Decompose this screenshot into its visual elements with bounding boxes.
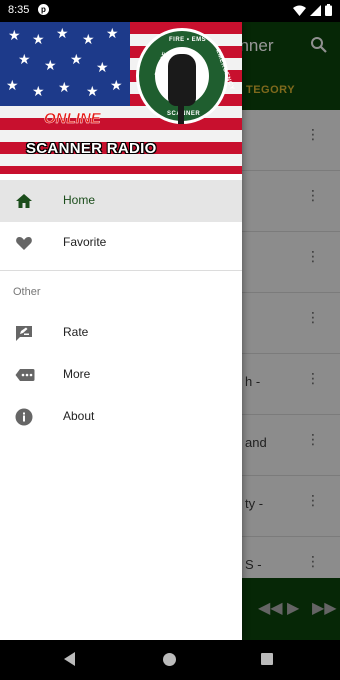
battery-icon: [325, 4, 332, 19]
star-icon: ★: [6, 77, 19, 93]
star-icon: ★: [56, 25, 69, 41]
drawer-item-about[interactable]: About: [0, 396, 242, 438]
data-saver-icon: p: [38, 4, 49, 15]
info-icon: [15, 408, 33, 426]
status-icons: [293, 4, 332, 19]
back-icon[interactable]: [64, 652, 75, 666]
drawer-item-favorite[interactable]: Favorite: [0, 222, 242, 264]
home-icon: [15, 192, 33, 210]
navigation-drawer: ★ ★ ★ ★ ★ ★ ★ ★ ★ ★ ★ ★ ★ ★ POLICE FIRE …: [0, 22, 242, 640]
star-icon: ★: [18, 51, 31, 67]
star-icon: ★: [82, 31, 95, 47]
drawer-item-label: Rate: [63, 325, 89, 339]
star-icon: ★: [32, 83, 45, 99]
microphone-cord: [178, 106, 184, 124]
heart-icon: [15, 234, 33, 252]
star-icon: ★: [110, 77, 123, 93]
drawer-item-label: More: [63, 367, 91, 381]
more-icon: [15, 366, 35, 384]
drawer-item-rate[interactable]: Rate: [0, 312, 242, 354]
star-icon: ★: [44, 57, 57, 73]
rate-icon: [15, 324, 33, 342]
wifi-icon: [293, 5, 306, 19]
flag-stripe: [0, 166, 242, 174]
signal-icon: [310, 4, 321, 19]
drawer-header: ★ ★ ★ ★ ★ ★ ★ ★ ★ ★ ★ ★ ★ ★ POLICE FIRE …: [0, 22, 242, 174]
flag-canton: ★ ★ ★ ★ ★ ★ ★ ★ ★ ★ ★ ★ ★ ★: [0, 22, 130, 106]
status-time: 8:35: [8, 4, 30, 16]
drawer-item-more[interactable]: More: [0, 354, 242, 396]
star-icon: ★: [106, 25, 119, 41]
star-icon: ★: [96, 59, 109, 75]
flag-stripe: [0, 118, 242, 130]
home-button-icon[interactable]: [163, 653, 176, 666]
drawer-item-label: Home: [63, 193, 96, 207]
star-icon: ★: [70, 51, 83, 67]
drawer-item-label: About: [63, 409, 95, 423]
drawer-item-home[interactable]: Home: [0, 180, 242, 222]
status-bar: 8:35 p: [0, 0, 340, 22]
recents-icon[interactable]: [261, 653, 273, 665]
star-icon: ★: [8, 27, 21, 43]
header-scanner-radio-text: SCANNER RADIO: [26, 140, 157, 157]
badge-text-fire: FIRE • EMS: [169, 37, 207, 43]
star-icon: ★: [58, 79, 71, 95]
drawer-divider: [0, 270, 242, 271]
drawer-item-label: Favorite: [63, 235, 107, 249]
star-icon: ★: [86, 83, 99, 99]
system-nav-bar: [0, 640, 340, 680]
microphone-icon: [168, 54, 196, 106]
section-label-other: Other: [13, 286, 41, 298]
star-icon: ★: [32, 31, 45, 47]
header-online-text: ONLINE: [44, 110, 101, 127]
